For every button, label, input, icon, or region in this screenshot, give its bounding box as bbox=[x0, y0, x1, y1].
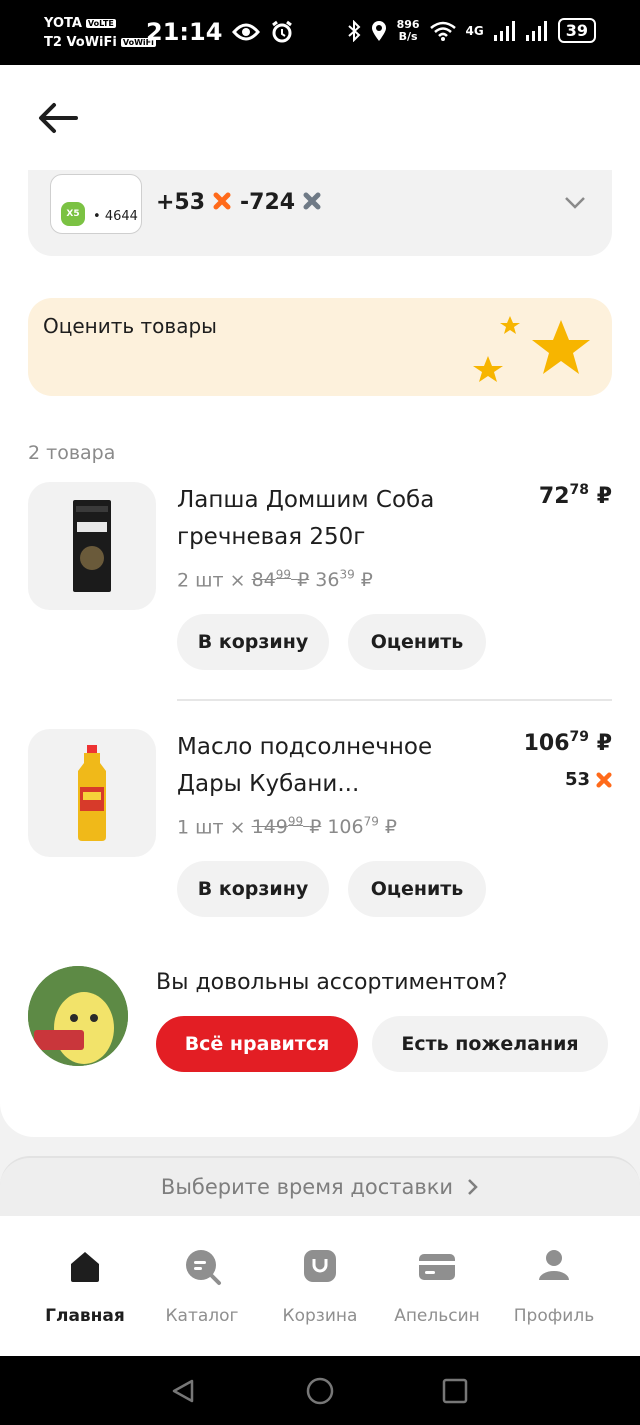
product-total-price: 7278 ₽ bbox=[538, 482, 612, 509]
rate-products-banner[interactable]: Оценить товары bbox=[28, 298, 612, 396]
status-icons-left bbox=[232, 20, 294, 44]
mascot-pear-icon bbox=[28, 966, 128, 1066]
nav-recents-icon[interactable] bbox=[442, 1378, 468, 1404]
rate-product-button[interactable]: Оценить bbox=[348, 861, 486, 917]
stars-illustration-icon bbox=[473, 316, 590, 382]
carrier-info: YOTA VoLTE T2 VoWiFi VoWiFi bbox=[44, 14, 156, 52]
profile-icon bbox=[539, 1250, 569, 1280]
product-bonus: 53 bbox=[565, 769, 612, 790]
network-speed: 896 B/s bbox=[396, 17, 420, 43]
old-price: 14999 ₽ bbox=[251, 815, 322, 839]
tab-label: Корзина bbox=[282, 1306, 358, 1326]
volte-tag: VoLTE bbox=[85, 19, 116, 28]
tab-profile[interactable]: Профиль bbox=[495, 1246, 613, 1326]
speed-value: 896 bbox=[396, 17, 420, 31]
status-icons-right: 896 B/s 4G 39 bbox=[347, 18, 596, 43]
product-name[interactable]: Масло подсолнечное Дары Кубани... bbox=[177, 729, 477, 803]
choose-delivery-time[interactable]: Выберите время доставки bbox=[0, 1156, 640, 1216]
chevron-right-icon bbox=[468, 1179, 478, 1195]
card-number: • 4644 bbox=[93, 209, 138, 224]
cart-bag-icon bbox=[304, 1250, 336, 1282]
signal-icon bbox=[493, 20, 515, 41]
location-icon bbox=[371, 20, 386, 41]
speed-unit: B/s bbox=[398, 29, 418, 43]
bonus-x-gray-icon bbox=[303, 192, 321, 210]
bonus-earned: +53 bbox=[156, 190, 231, 215]
tab-label: Профиль bbox=[513, 1306, 595, 1326]
bonus-summary[interactable]: X5 • 4644 +53 -724 bbox=[28, 170, 612, 256]
mascot-avatar bbox=[28, 966, 128, 1066]
x5-logo: X5 bbox=[61, 202, 85, 226]
feedback-question: Вы довольны ассортиментом? bbox=[156, 970, 508, 995]
back-arrow-icon[interactable] bbox=[36, 100, 78, 136]
nav-home-icon[interactable] bbox=[306, 1377, 334, 1405]
add-to-cart-button[interactable]: В корзину bbox=[177, 614, 329, 670]
home-icon bbox=[71, 1252, 99, 1282]
product-image[interactable] bbox=[28, 482, 156, 610]
product-quantity-line: 1 шт × 14999 ₽ 10679 ₽ bbox=[177, 815, 398, 839]
status-bar: YOTA VoLTE T2 VoWiFi VoWiFi 21:14 896 B/s 4… bbox=[0, 0, 640, 65]
battery-level: 39 bbox=[557, 18, 596, 43]
divider bbox=[177, 699, 612, 701]
old-price: 8499 ₽ bbox=[251, 568, 310, 592]
rate-banner-title: Оценить товары bbox=[43, 314, 217, 338]
carrier2-name: T2 VoWiFi bbox=[44, 35, 117, 50]
clock: 21:14 bbox=[146, 18, 223, 46]
items-count: 2 товара bbox=[28, 442, 116, 464]
bonus-spent: -724 bbox=[240, 190, 321, 215]
suggestions-button[interactable]: Есть пожелания bbox=[372, 1016, 608, 1072]
product-item: Лапша Домшим Соба гречневая 250г 7278 ₽ … bbox=[28, 482, 612, 672]
delivery-label: Выберите время доставки bbox=[160, 1175, 454, 1199]
catalog-search-icon bbox=[186, 1250, 221, 1285]
product-total-price: 10679 ₽ bbox=[523, 729, 612, 756]
card-icon bbox=[419, 1254, 455, 1280]
product-name[interactable]: Лапша Домшим Соба гречневая 250г bbox=[177, 482, 477, 556]
chevron-down-icon[interactable] bbox=[564, 196, 586, 210]
bonus-x-orange-icon bbox=[213, 192, 231, 210]
eye-icon bbox=[232, 23, 260, 41]
tab-label: Каталог bbox=[165, 1306, 239, 1326]
product-item: Масло подсолнечное Дары Кубани... 10679 … bbox=[28, 729, 612, 919]
tab-catalog[interactable]: Каталог bbox=[143, 1246, 261, 1326]
bottom-tab-bar: Главная Каталог Корзина Апельсин Профиль bbox=[0, 1216, 640, 1356]
oil-bottle-image bbox=[78, 745, 106, 841]
nav-back-icon[interactable] bbox=[170, 1378, 196, 1404]
tab-apelsin[interactable]: Апельсин bbox=[378, 1246, 496, 1326]
unit-price: 10679 ₽ bbox=[327, 815, 398, 839]
tab-cart[interactable]: Корзина bbox=[261, 1246, 379, 1326]
network-type: 4G bbox=[465, 23, 484, 38]
product-image[interactable] bbox=[28, 729, 156, 857]
system-nav-bar bbox=[0, 1356, 640, 1425]
rate-product-button[interactable]: Оценить bbox=[348, 614, 486, 670]
like-assortment-button[interactable]: Всё нравится bbox=[156, 1016, 358, 1072]
tab-label: Главная bbox=[45, 1306, 125, 1326]
product-quantity-line: 2 шт × 8499 ₽ 3639 ₽ bbox=[177, 568, 373, 592]
alarm-icon bbox=[272, 20, 292, 43]
tab-label: Апельсин bbox=[394, 1306, 480, 1326]
signal-icon-2 bbox=[525, 20, 547, 41]
carrier1-name: YOTA bbox=[44, 16, 82, 31]
bluetooth-icon bbox=[347, 19, 361, 42]
bonus-x-orange-icon bbox=[596, 771, 612, 788]
noodle-pack-image bbox=[73, 500, 111, 592]
unit-price: 3639 ₽ bbox=[315, 568, 373, 592]
wifi-icon bbox=[429, 21, 456, 41]
loyalty-card-badge: X5 • 4644 bbox=[50, 174, 142, 234]
add-to-cart-button[interactable]: В корзину bbox=[177, 861, 329, 917]
tab-home[interactable]: Главная bbox=[26, 1246, 144, 1326]
